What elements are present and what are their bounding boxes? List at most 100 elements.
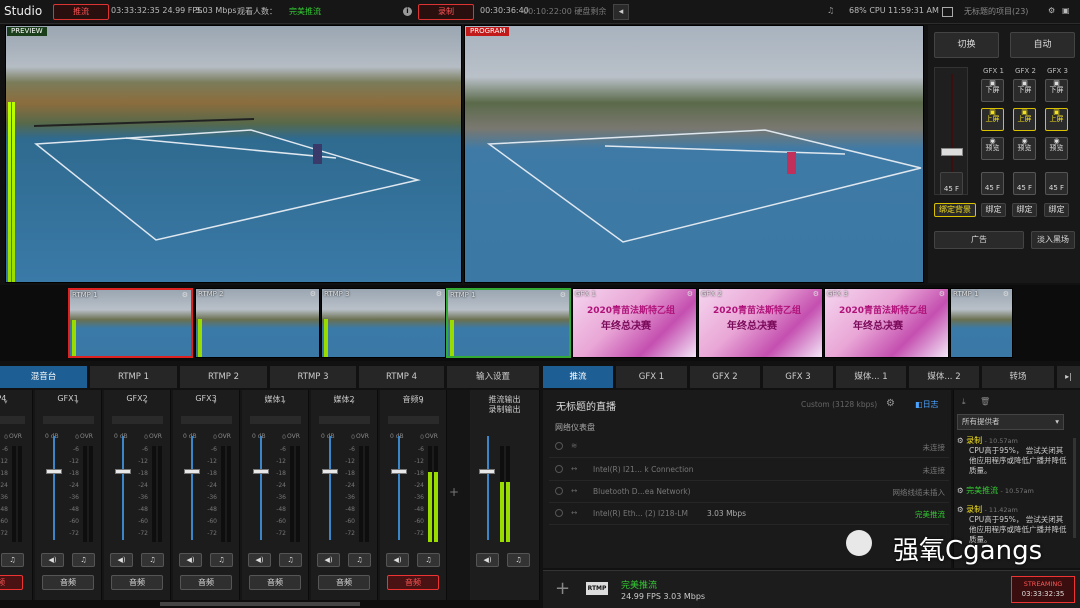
download-icon[interactable]: ⤓ bbox=[962, 397, 966, 407]
thumb-settings-icon[interactable]: ⚙ bbox=[1003, 290, 1009, 298]
auto-button[interactable]: 自动 bbox=[1010, 32, 1075, 58]
bind-gfx2-button[interactable]: 绑定 bbox=[1012, 203, 1037, 217]
source-thumbnail[interactable]: GFX 1 ⚙ 2020青苗法斯特乙组 年终总决赛 bbox=[572, 288, 697, 358]
expand-icon[interactable]: ▣ bbox=[1062, 6, 1070, 15]
speaker-button[interactable]: ◀) bbox=[41, 553, 64, 567]
pan-slider[interactable] bbox=[181, 416, 232, 424]
radio-button[interactable] bbox=[555, 442, 563, 450]
pan-slider[interactable] bbox=[112, 416, 163, 424]
headphones-button[interactable]: ♫ bbox=[72, 553, 95, 567]
tab-right-0[interactable]: 推流 bbox=[543, 366, 614, 388]
tab-left-0[interactable]: 混音台 bbox=[0, 366, 88, 388]
tab-right-6[interactable]: 转场 bbox=[982, 366, 1055, 388]
gfx-duration[interactable]: 45 F bbox=[1045, 172, 1068, 195]
tab-right-1[interactable]: GFX 1 bbox=[616, 366, 688, 388]
audio-button[interactable]: 音频 bbox=[0, 575, 23, 590]
source-thumbnail[interactable]: RTMP 2 ⚙ bbox=[195, 288, 320, 358]
source-thumbnail[interactable]: RTMP 1 ⚙ bbox=[446, 288, 571, 358]
gfx-preview-button[interactable]: ◉ 预览 bbox=[1013, 137, 1036, 160]
pan-slider[interactable] bbox=[43, 416, 94, 424]
stream-button[interactable]: 推流 bbox=[53, 4, 109, 20]
bind-gfx1-button[interactable]: 绑定 bbox=[981, 203, 1006, 217]
gfx-duration[interactable]: 45 F bbox=[1013, 172, 1036, 195]
gfx-down-button[interactable]: ▣ 下屏 bbox=[1045, 79, 1068, 102]
streaming-button[interactable]: STREAMING 03:33:32:35 bbox=[1011, 576, 1075, 603]
tab-right-4[interactable]: 媒体... 1 bbox=[836, 366, 907, 388]
provider-select[interactable]: 所有提供者 ▾ bbox=[957, 414, 1064, 430]
info-icon[interactable]: i bbox=[403, 7, 412, 16]
tab-left-2[interactable]: RTMP 2 bbox=[180, 366, 268, 388]
audio-button[interactable]: 音频 bbox=[42, 575, 94, 590]
thumb-settings-icon[interactable]: ⚙ bbox=[436, 290, 442, 298]
gfx-down-button[interactable]: ▣ 下屏 bbox=[981, 79, 1004, 102]
strip-dropdown-icon[interactable]: ▾ bbox=[75, 398, 79, 406]
pan-slider[interactable] bbox=[0, 416, 25, 424]
audio-button[interactable]: 音频 bbox=[111, 575, 163, 590]
stream-settings-icon[interactable]: ⚙ bbox=[886, 398, 895, 409]
log-button[interactable]: ◧日志 bbox=[915, 399, 939, 410]
audio-button[interactable]: 音频 bbox=[180, 575, 232, 590]
gfx-down-button[interactable]: ▣ 下屏 bbox=[1013, 79, 1036, 102]
strip-dropdown-icon[interactable]: ▾ bbox=[351, 398, 355, 406]
pan-slider[interactable] bbox=[388, 416, 439, 424]
tab-left-1[interactable]: RTMP 1 bbox=[90, 366, 178, 388]
cut-button[interactable]: 切换 bbox=[934, 32, 999, 58]
pan-slider[interactable] bbox=[250, 416, 301, 424]
source-thumbnail[interactable]: RTMP 3 ⚙ bbox=[321, 288, 446, 358]
speaker-button[interactable]: ◀) bbox=[386, 553, 409, 567]
source-thumbnail[interactable]: RTMP 1 ⚙ bbox=[68, 288, 193, 358]
tab-left-3[interactable]: RTMP 3 bbox=[270, 366, 357, 388]
headphones-button[interactable]: ♫ bbox=[141, 553, 164, 567]
strip-dropdown-icon[interactable]: ▾ bbox=[282, 398, 286, 406]
headphones-button[interactable]: ♫ bbox=[210, 553, 233, 567]
speaker-button[interactable]: ◀) bbox=[248, 553, 271, 567]
tab-right-5[interactable]: 媒体... 2 bbox=[909, 366, 980, 388]
gfx-up-button[interactable]: ▣ 上屏 bbox=[1045, 108, 1068, 131]
audio-button[interactable]: 音频 bbox=[249, 575, 301, 590]
preview-monitor[interactable]: PREVIEW bbox=[5, 25, 462, 283]
fader-knob[interactable] bbox=[115, 469, 131, 474]
gfx-duration[interactable]: 45 F bbox=[981, 172, 1004, 195]
headphones-button[interactable]: ♫ bbox=[279, 553, 302, 567]
headphones-button[interactable]: ♫ bbox=[1, 553, 24, 567]
log-scrollbar[interactable] bbox=[1073, 438, 1076, 538]
tbar-duration[interactable]: 45 F bbox=[940, 172, 963, 195]
audio-button[interactable]: 音频 bbox=[387, 575, 439, 590]
thumb-settings-icon[interactable]: ⚙ bbox=[813, 290, 819, 298]
radio-button[interactable] bbox=[555, 509, 563, 517]
stream-profile[interactable]: Custom (3128 kbps) bbox=[801, 400, 877, 409]
fade-to-black-button[interactable]: 淡入黑场 bbox=[1031, 231, 1075, 249]
thumb-settings-icon[interactable]: ⚙ bbox=[939, 290, 945, 298]
source-thumbnail[interactable]: RTMP 1 ⚙ bbox=[950, 288, 1013, 358]
mixer-scrollbar[interactable] bbox=[0, 600, 540, 608]
thumb-settings-icon[interactable]: ⚙ bbox=[560, 291, 566, 299]
thumb-settings-icon[interactable]: ⚙ bbox=[182, 291, 188, 299]
strip-dropdown-icon[interactable]: ▾ bbox=[144, 398, 148, 406]
radio-button[interactable] bbox=[555, 487, 563, 495]
fader-knob[interactable] bbox=[322, 469, 338, 474]
ad-button[interactable]: 广告 bbox=[934, 231, 1024, 249]
audio-button[interactable]: 音频 bbox=[318, 575, 370, 590]
record-button[interactable]: 录制 bbox=[418, 4, 474, 20]
radio-button[interactable] bbox=[555, 465, 563, 473]
speaker-button[interactable]: ◀) bbox=[179, 553, 202, 567]
headphones-button[interactable]: ♫ bbox=[348, 553, 371, 567]
gfx-preview-button[interactable]: ◉ 预览 bbox=[1045, 137, 1068, 160]
pan-slider[interactable] bbox=[319, 416, 370, 424]
bind-background-button[interactable]: 绑定背景 bbox=[934, 203, 976, 217]
layout-icon[interactable] bbox=[942, 7, 953, 17]
headphones-button[interactable]: ♫ bbox=[417, 553, 440, 567]
gfx-up-button[interactable]: ▣ 上屏 bbox=[981, 108, 1004, 131]
output-speaker-button[interactable]: ◀) bbox=[476, 553, 499, 567]
gfx-preview-button[interactable]: ◉ 预览 bbox=[981, 137, 1004, 160]
tab-left-5[interactable]: 输入设置 bbox=[447, 366, 540, 388]
tab-left-4[interactable]: RTMP 4 bbox=[359, 366, 445, 388]
add-channel-icon[interactable]: + bbox=[449, 485, 459, 499]
bind-gfx3-button[interactable]: 绑定 bbox=[1044, 203, 1069, 217]
speaker-button[interactable]: ◀) bbox=[317, 553, 340, 567]
output-fader-knob[interactable] bbox=[479, 469, 495, 474]
thumb-settings-icon[interactable]: ⚙ bbox=[310, 290, 316, 298]
project-name[interactable]: 无标题的项目(23) bbox=[964, 6, 1028, 17]
strip-dropdown-icon[interactable]: ▾ bbox=[213, 398, 217, 406]
headphones-icon[interactable]: ♫ bbox=[827, 6, 834, 15]
